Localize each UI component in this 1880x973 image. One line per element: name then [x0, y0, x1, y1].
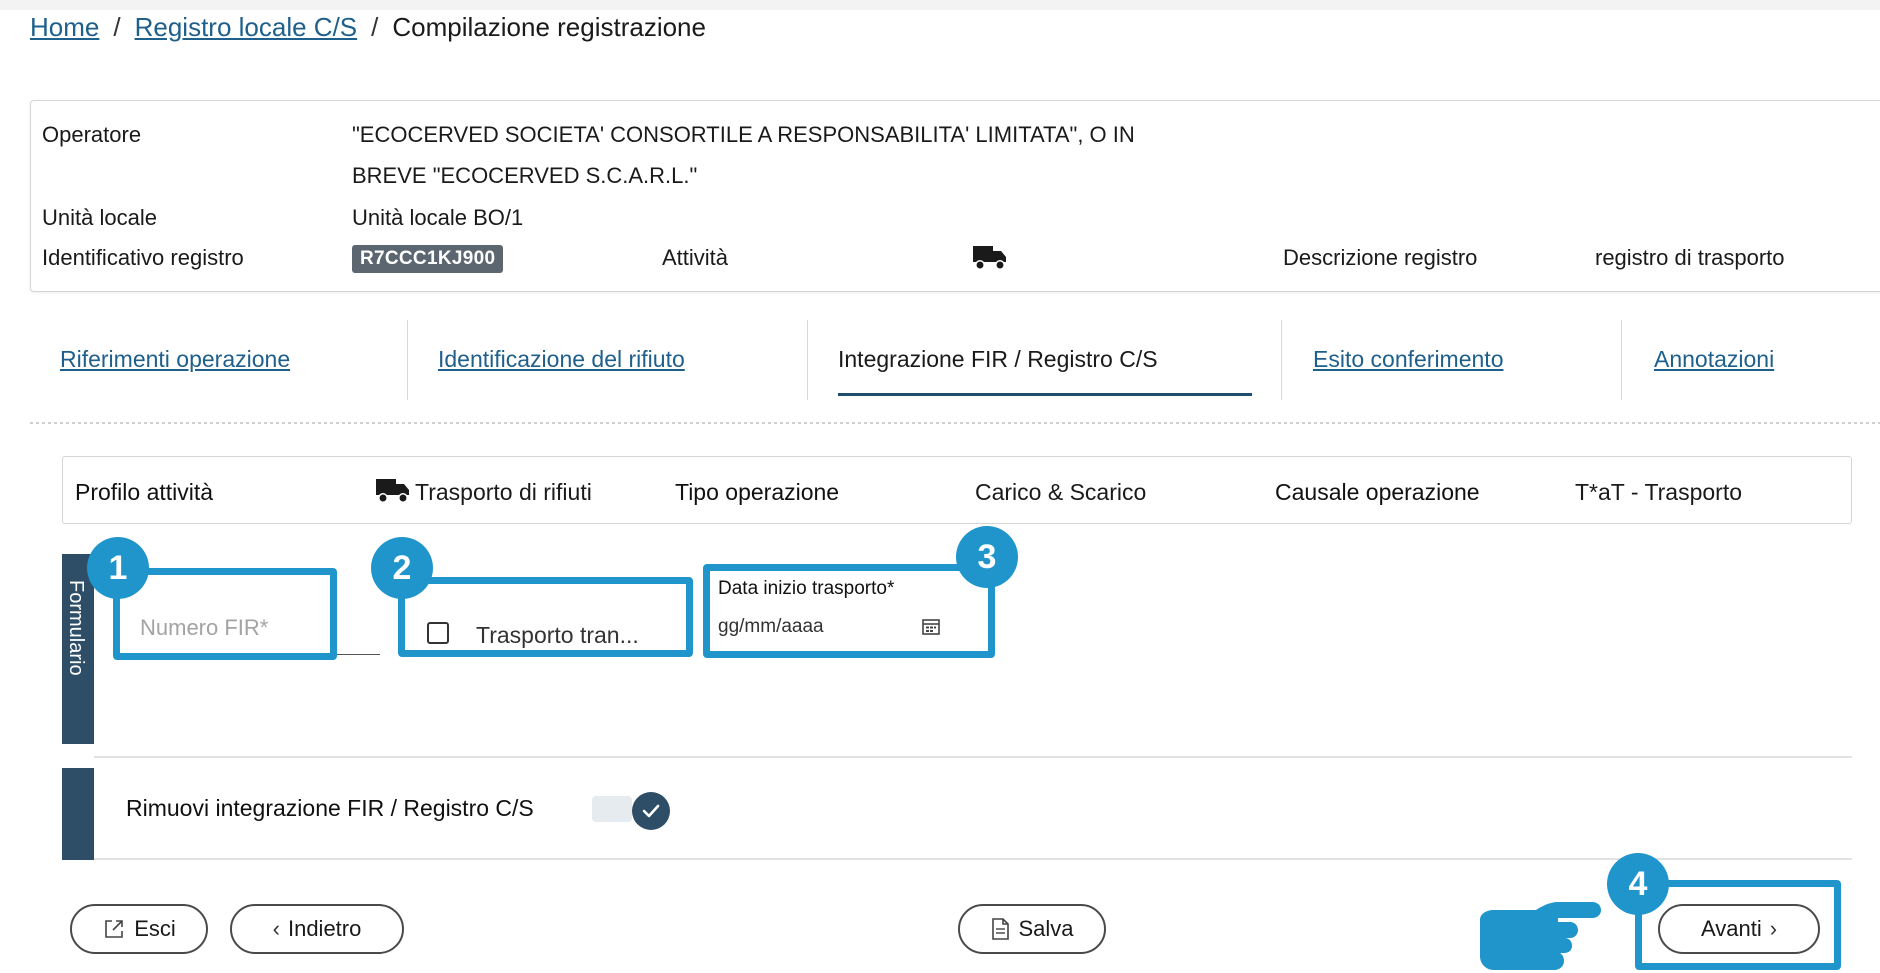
- tab-divider: [1621, 320, 1622, 400]
- indietro-button[interactable]: ‹ Indietro: [230, 904, 404, 954]
- profilo-attivita-label: Profilo attività: [75, 479, 214, 505]
- unita-locale-label: Unità locale: [42, 205, 157, 230]
- remove-side-bar: [62, 768, 94, 860]
- esci-button[interactable]: Esci: [70, 904, 208, 954]
- identificativo-registro-label: Identificativo registro: [42, 245, 244, 270]
- tab-label: Identificazione del rifiuto: [438, 346, 685, 372]
- formulario-side-label: Formulario: [65, 580, 87, 676]
- callout-box-3: [703, 564, 995, 658]
- salva-button[interactable]: Salva: [958, 904, 1106, 954]
- external-link-icon: [105, 920, 124, 938]
- tab-label: Riferimenti operazione: [60, 346, 291, 372]
- breadcrumb-separator: /: [371, 12, 379, 42]
- rimuovi-integrazione-toggle[interactable]: [632, 792, 670, 830]
- tab-label: Integrazione FIR / Registro C/S: [838, 346, 1158, 372]
- profile-summary-panel: Profilo attività Trasporto di rifiuti Ti…: [62, 456, 1852, 524]
- tab-divider: [407, 320, 408, 400]
- rimuovi-integrazione-label: Rimuovi integrazione FIR / Registro C/S: [126, 795, 534, 821]
- section-divider: [30, 422, 1880, 424]
- tab-divider: [807, 320, 808, 400]
- breadcrumb-home-link[interactable]: Home: [30, 12, 99, 43]
- tab-identificazione-rifiuto[interactable]: Identificazione del rifiuto: [438, 310, 818, 405]
- profilo-attivita-value: Trasporto di rifiuti: [415, 479, 592, 505]
- operatore-label: Operatore: [42, 122, 142, 147]
- tipo-operazione-value: Carico & Scarico: [975, 479, 1147, 505]
- active-tab-indicator: [838, 393, 1252, 396]
- attivita-label: Attività: [662, 245, 729, 270]
- tab-esito-conferimento[interactable]: Esito conferimento: [1313, 310, 1633, 405]
- callout-number-2: 2: [371, 537, 433, 599]
- descrizione-registro-label: Descrizione registro: [1283, 245, 1478, 270]
- tab-bar: Riferimenti operazione Identificazione d…: [30, 310, 1880, 405]
- truck-icon: [972, 243, 1008, 276]
- top-strip: [0, 0, 1880, 10]
- registro-id-badge: R7CCC1KJ900: [352, 245, 504, 273]
- breadcrumb-current: Compilazione registrazione: [392, 12, 706, 42]
- unita-locale-value: Unità locale BO/1: [352, 205, 524, 230]
- tab-divider: [1281, 320, 1282, 400]
- chevron-left-icon: ‹: [272, 916, 280, 941]
- causale-operazione-value: T*aT - Trasporto: [1575, 479, 1743, 505]
- callout-number-1: 1: [87, 537, 149, 599]
- callout-box-1: [113, 568, 337, 660]
- callout-number-4: 4: [1607, 853, 1669, 915]
- breadcrumb-registro-link[interactable]: Registro locale C/S: [135, 12, 358, 43]
- indietro-label: Indietro: [287, 916, 362, 941]
- check-icon: [642, 804, 660, 818]
- descrizione-registro-value: registro di trasporto: [1595, 245, 1785, 270]
- tab-label: Annotazioni: [1654, 346, 1775, 372]
- operatore-value-line2: BREVE "ECOCERVED S.C.A.R.L.": [352, 163, 698, 188]
- tab-annotazioni[interactable]: Annotazioni: [1654, 310, 1854, 405]
- callout-box-2: [398, 577, 693, 657]
- causale-operazione-label: Causale operazione: [1275, 479, 1480, 505]
- tab-integrazione-fir[interactable]: Integrazione FIR / Registro C/S: [838, 310, 1258, 405]
- tab-riferimenti-operazione[interactable]: Riferimenti operazione: [60, 310, 430, 405]
- document-icon: [992, 918, 1010, 940]
- rimuovi-integrazione-toggle-track[interactable]: [592, 796, 632, 822]
- esci-label: Esci: [134, 916, 176, 941]
- tipo-operazione-label: Tipo operazione: [675, 479, 840, 505]
- tab-label: Esito conferimento: [1313, 346, 1504, 372]
- truck-icon: [375, 476, 411, 510]
- operatore-value-line1: "ECOCERVED SOCIETA' CONSORTILE A RESPONS…: [352, 122, 1135, 147]
- breadcrumb-separator: /: [113, 12, 121, 42]
- callout-number-3: 3: [956, 526, 1018, 588]
- pointing-hand-icon: [1480, 902, 1601, 970]
- salva-label: Salva: [1018, 916, 1074, 941]
- breadcrumb: Home / Registro locale C/S / Compilazion…: [30, 12, 706, 43]
